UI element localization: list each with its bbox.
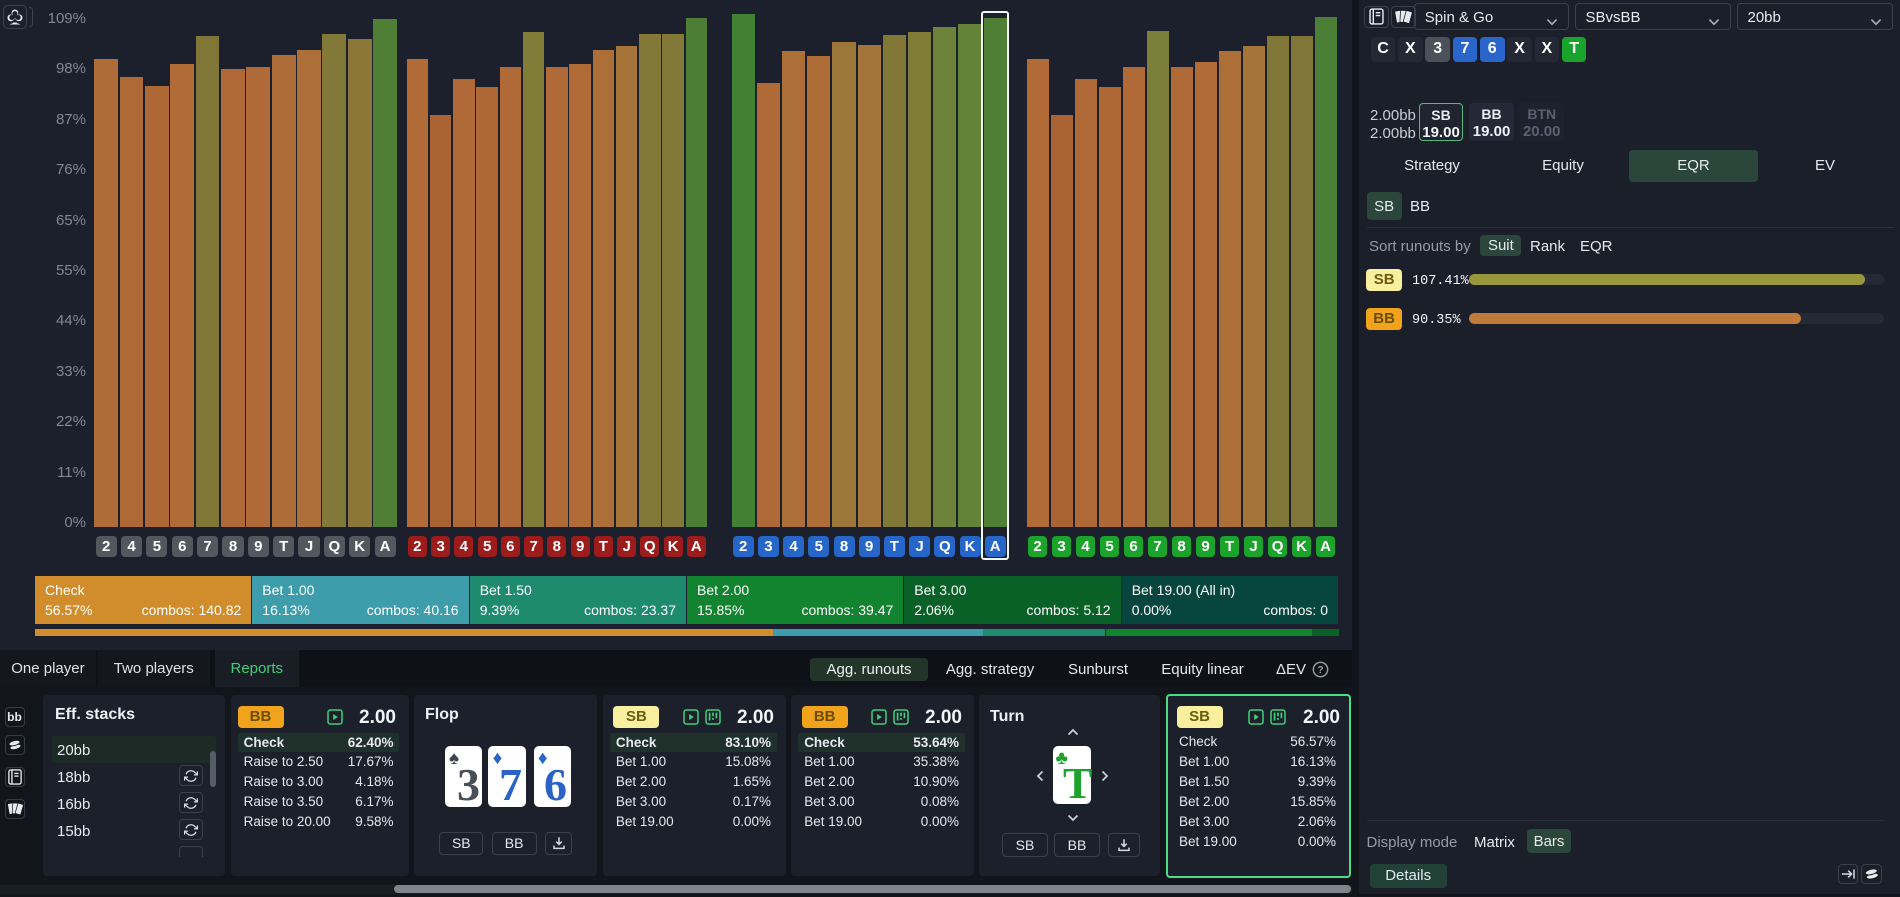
svg-text:?: ?: [1317, 665, 1323, 676]
